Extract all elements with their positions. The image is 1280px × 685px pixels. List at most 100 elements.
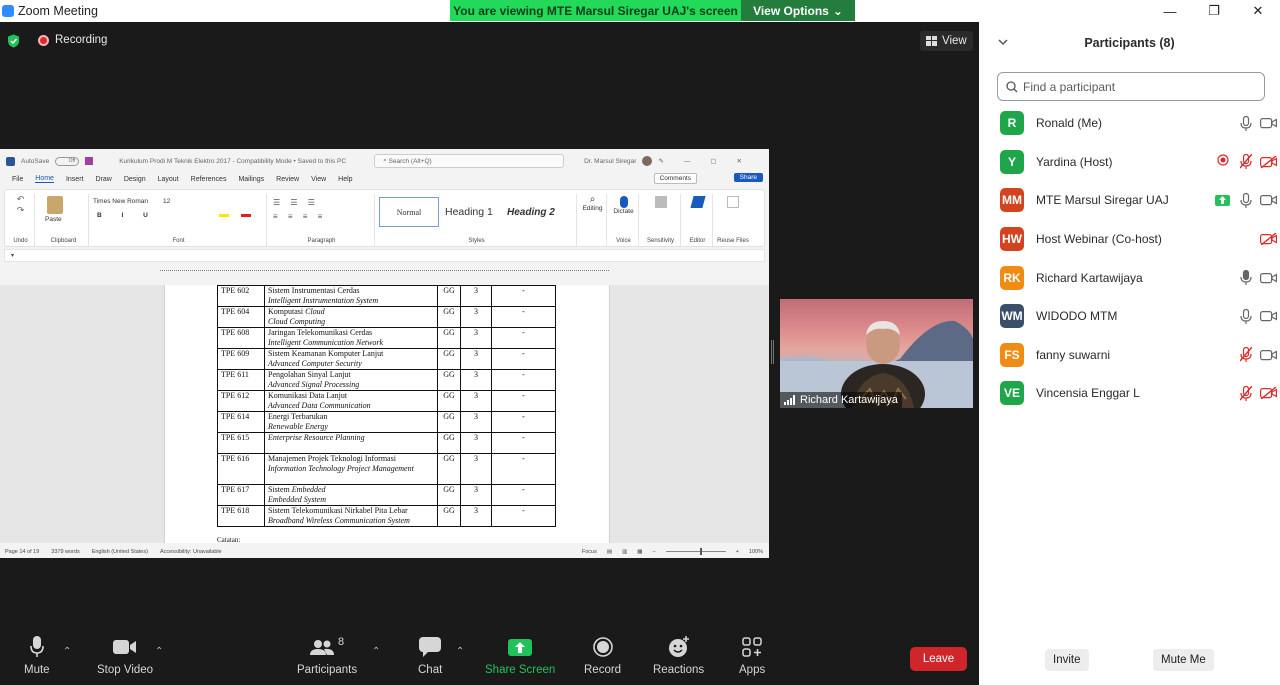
participants-button[interactable]: 8 Participants	[297, 636, 357, 676]
word-user-avatar[interactable]	[642, 156, 653, 166]
font-color-icon[interactable]	[241, 214, 251, 217]
view-options-button[interactable]: View Options ⌄	[741, 0, 855, 21]
bold-italic-underline-icons[interactable]: B I U	[97, 212, 157, 219]
dictate-icon[interactable]	[619, 196, 628, 208]
participant-row[interactable]: Y Yardina (Host)	[979, 143, 1280, 182]
comments-button[interactable]: Comments	[653, 173, 697, 184]
word-restore-icon[interactable]: ▢	[710, 157, 716, 165]
course-credits: 3	[460, 327, 492, 349]
course-prerequisite: -	[491, 369, 556, 391]
shared-screen[interactable]: AutoSave Off Kurikulum Prodi M Teknik El…	[0, 149, 769, 558]
chat-button[interactable]: Chat	[418, 636, 442, 676]
participant-row[interactable]: R Ronald (Me)	[979, 104, 1280, 143]
style-heading-1[interactable]: Heading 1	[441, 197, 501, 227]
video-tile[interactable]: Richard Kartawijaya	[780, 299, 973, 408]
menu-mailings[interactable]: Mailings	[238, 176, 264, 183]
find-icon[interactable]: ⌕	[579, 194, 606, 205]
undo-icon[interactable]: ↶	[7, 194, 34, 205]
font-size-select[interactable]: 12	[163, 198, 170, 205]
style-heading-2[interactable]: Heading 2	[503, 197, 563, 227]
security-shield-icon[interactable]	[7, 34, 20, 48]
course-name-id: Komunikasi Data Lanjut	[268, 391, 348, 400]
menu-design[interactable]: Design	[124, 176, 146, 183]
close-button[interactable]: ✕	[1236, 0, 1280, 22]
accessibility-indicator[interactable]: Accessibility: Unavailable	[160, 549, 222, 555]
print-layout-icon[interactable]: ▥	[622, 549, 627, 555]
minimize-button[interactable]: —	[1148, 0, 1192, 22]
zoom-slider[interactable]	[665, 548, 726, 555]
participant-row[interactable]: RK Richard Kartawijaya	[979, 258, 1280, 297]
stop-video-button[interactable]: Stop Video	[97, 636, 153, 676]
participant-row[interactable]: WM WIDODO MTM	[979, 297, 1280, 336]
sensitivity-icon[interactable]	[654, 196, 667, 208]
video-options-caret[interactable]: ⌃	[155, 646, 163, 657]
zoom-in-icon[interactable]: +	[736, 549, 739, 555]
menu-file[interactable]: File	[12, 176, 23, 183]
read-mode-icon[interactable]: ▤	[607, 549, 612, 555]
web-layout-icon[interactable]: ▦	[637, 549, 642, 555]
editing-label[interactable]: Editing	[579, 205, 606, 212]
align-icons[interactable]: ≡ ≡ ≡ ≡	[273, 212, 326, 221]
apps-button[interactable]: Apps	[739, 636, 765, 676]
style-normal[interactable]: Normal	[379, 197, 439, 227]
language-indicator[interactable]: English (United States)	[92, 549, 148, 555]
course-credits: 3	[460, 390, 492, 412]
dictate-label[interactable]: Dictate	[609, 208, 638, 215]
paste-label[interactable]: Paste	[45, 216, 62, 223]
course-name: Komputasi Cloud Cloud Computing	[264, 306, 438, 328]
course-credits: 3	[460, 484, 492, 506]
zoom-level[interactable]: 100%	[749, 549, 763, 555]
splitter-handle[interactable]	[771, 340, 774, 364]
menu-layout[interactable]: Layout	[158, 176, 179, 183]
word-count[interactable]: 3379 words	[51, 549, 79, 555]
mute-me-button[interactable]: Mute Me	[1153, 649, 1214, 671]
mute-button[interactable]: Mute	[24, 636, 50, 676]
menu-references[interactable]: References	[191, 176, 227, 183]
zoom-out-icon[interactable]: −	[652, 549, 655, 555]
course-group: GG	[437, 327, 461, 349]
collapse-chevron-icon[interactable]	[997, 36, 1009, 48]
participants-options-caret[interactable]: ⌃	[372, 646, 380, 657]
editor-icon[interactable]	[689, 196, 706, 208]
restore-button[interactable]: ❐	[1192, 0, 1236, 22]
menu-draw[interactable]: Draw	[95, 176, 111, 183]
menu-help[interactable]: Help	[338, 176, 352, 183]
page-indicator[interactable]: Page 14 of 19	[5, 549, 39, 555]
menu-home[interactable]: Home	[35, 175, 54, 183]
participant-search-input[interactable]: Find a participant	[997, 72, 1265, 101]
mute-options-caret[interactable]: ⌃	[63, 646, 71, 657]
participant-row[interactable]: HW Host Webinar (Co-host)	[979, 220, 1280, 259]
paste-icon[interactable]	[47, 196, 63, 214]
menu-insert[interactable]: Insert	[66, 176, 84, 183]
record-button[interactable]: Record	[584, 636, 621, 676]
participant-row[interactable]: FS fanny suwarni	[979, 336, 1280, 375]
dropdown-icon[interactable]: ▾	[11, 252, 14, 259]
reuse-files-icon[interactable]	[727, 196, 739, 208]
chat-options-caret[interactable]: ⌃	[456, 646, 464, 657]
autosave-toggle[interactable]: Off	[55, 156, 80, 166]
reactions-button[interactable]: Reactions	[653, 636, 704, 676]
course-prerequisite: -	[491, 484, 556, 506]
pen-icon[interactable]: ✎	[658, 157, 663, 165]
list-icons[interactable]: ☰ ☰ ☰	[273, 198, 319, 207]
video-off-icon	[1260, 233, 1277, 246]
word-search-box[interactable]: ⌕ Search (Alt+Q)	[374, 154, 565, 168]
redo-icon[interactable]: ↷	[7, 205, 34, 216]
recording-indicator[interactable]: Recording	[38, 34, 107, 46]
view-button[interactable]: View	[920, 31, 973, 51]
save-icon[interactable]	[85, 157, 94, 165]
share-screen-button[interactable]: Share Screen	[485, 636, 555, 676]
word-minimize-icon[interactable]: —	[684, 158, 691, 165]
document-page[interactable]: TPE 602 Sistem Instrumentasi Cerdas Intell…	[164, 285, 610, 544]
focus-button[interactable]: Focus	[582, 549, 597, 555]
word-close-icon[interactable]: ✕	[737, 157, 742, 165]
highlight-icon[interactable]	[219, 214, 229, 217]
leave-button[interactable]: Leave	[910, 647, 967, 671]
font-name-select[interactable]: Times New Roman	[93, 198, 148, 205]
participant-row[interactable]: MM MTE Marsul Siregar UAJ	[979, 181, 1280, 220]
participant-row[interactable]: VE Vincensia Enggar L	[979, 374, 1280, 413]
word-share-button[interactable]: Share	[733, 173, 763, 182]
invite-button[interactable]: Invite	[1045, 649, 1089, 671]
menu-review[interactable]: Review	[276, 176, 299, 183]
menu-view[interactable]: View	[311, 176, 326, 183]
